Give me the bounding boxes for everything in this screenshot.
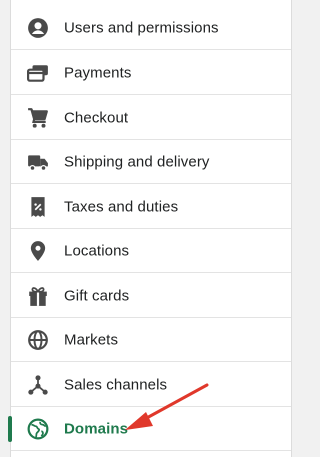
- menu-item-taxes-and-duties[interactable]: Taxes and duties: [11, 185, 291, 229]
- globe-markets-icon: [27, 329, 49, 351]
- menu-item-gift-cards[interactable]: Gift cards: [11, 274, 291, 318]
- menu-item-label: Locations: [64, 242, 130, 259]
- channels-icon: [27, 374, 49, 396]
- menu-item-label: Gift cards: [64, 287, 130, 304]
- menu-item-label: Shipping and delivery: [64, 153, 210, 170]
- location-pin-icon: [27, 240, 49, 262]
- menu-item-payments[interactable]: Payments: [11, 51, 291, 95]
- truck-icon: [27, 151, 49, 173]
- user-circle-icon: [27, 17, 49, 39]
- settings-menu: Users and permissions Payments Checkout …: [8, 0, 292, 457]
- menu-item-domains[interactable]: Domains: [8, 407, 291, 451]
- menu-item-label: Domains: [64, 420, 129, 437]
- settings-screen: Users and permissions Payments Checkout …: [0, 0, 300, 457]
- menu-item-locations[interactable]: Locations: [11, 229, 291, 273]
- menu-item-users-and-permissions[interactable]: Users and permissions: [11, 6, 291, 50]
- tax-receipt-icon: [27, 196, 49, 218]
- menu-item-shipping-and-delivery[interactable]: Shipping and delivery: [11, 140, 291, 184]
- menu-item-checkout[interactable]: Checkout: [11, 96, 291, 140]
- cart-icon: [27, 107, 49, 129]
- menu-item-label: Checkout: [64, 109, 129, 126]
- menu-item-markets[interactable]: Markets: [11, 318, 291, 362]
- credit-card-icon: [27, 62, 49, 84]
- gift-icon: [27, 285, 49, 307]
- menu-item-label: Taxes and duties: [64, 198, 179, 215]
- menu-item-label: Markets: [64, 331, 119, 348]
- globe-icon: [27, 418, 49, 440]
- menu-item-label: Sales channels: [64, 376, 168, 393]
- active-indicator: [8, 416, 12, 442]
- menu-item-label: Users and permissions: [64, 19, 219, 36]
- menu-item-sales-channels[interactable]: Sales channels: [11, 363, 291, 407]
- menu-item-label: Payments: [64, 64, 132, 81]
